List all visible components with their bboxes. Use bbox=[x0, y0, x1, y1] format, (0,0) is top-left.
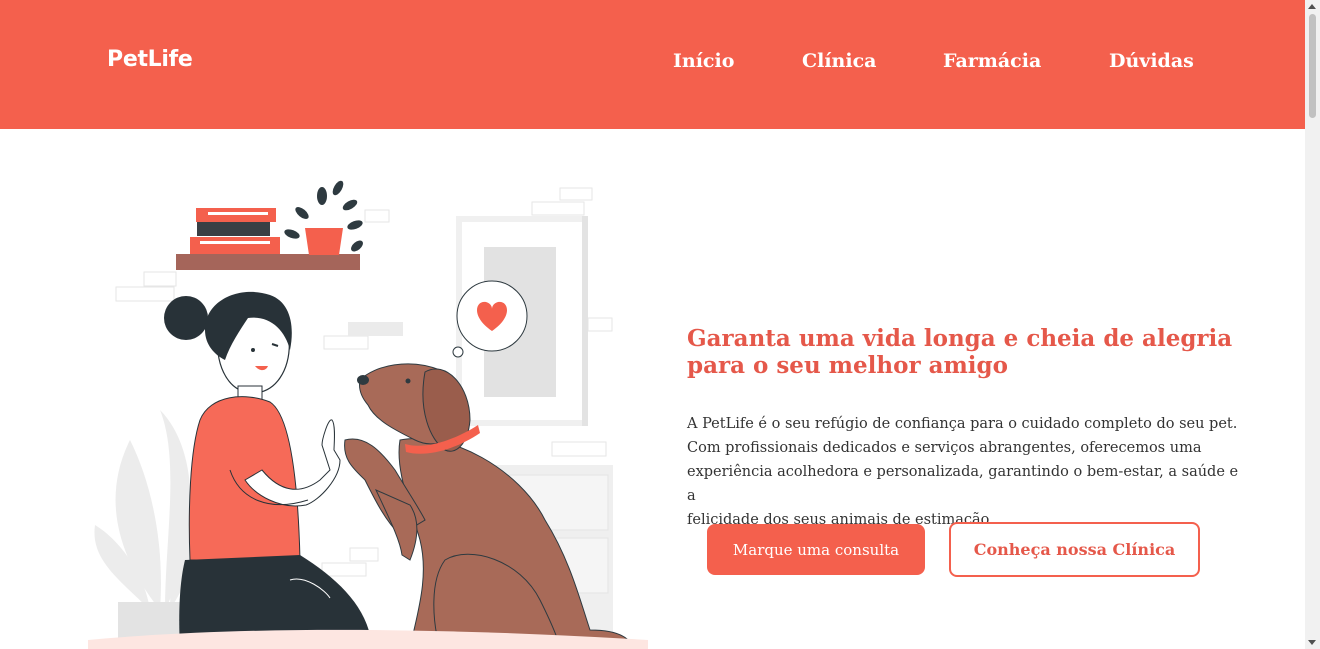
hero-description: A PetLife é o seu refúgio de confiança p… bbox=[687, 412, 1247, 532]
scroll-thumb[interactable] bbox=[1309, 14, 1316, 118]
nav-link-inicio[interactable]: Início bbox=[673, 50, 734, 72]
visit-clinic-button[interactable]: Conheça nossa Clínica bbox=[949, 522, 1200, 577]
page-scrollbar[interactable] bbox=[1305, 0, 1320, 649]
book-appointment-button[interactable]: Marque uma consulta bbox=[707, 524, 925, 575]
hero-description-line: experiência acolhedora e personalizada, … bbox=[687, 464, 1239, 504]
scroll-down-arrow-icon[interactable] bbox=[1308, 640, 1316, 645]
nav-link-duvidas[interactable]: Dúvidas bbox=[1109, 50, 1194, 72]
hero-title: Garanta uma vida longa e cheia de alegri… bbox=[687, 325, 1247, 379]
scroll-up-arrow-icon[interactable] bbox=[1308, 4, 1316, 9]
logo[interactable]: PetLife bbox=[107, 47, 193, 72]
nav-link-farmacia[interactable]: Farmácia bbox=[943, 50, 1041, 72]
hero-title-line: Garanta uma vida longa e cheia de alegri… bbox=[687, 325, 1233, 352]
woman bbox=[164, 291, 372, 649]
nav-link-clinica[interactable]: Clínica bbox=[802, 50, 876, 72]
hero-title-line: para o seu melhor amigo bbox=[687, 352, 1008, 379]
site-header: PetLife Início Clínica Farmácia Dúvidas bbox=[0, 0, 1305, 129]
hero-illustration bbox=[88, 180, 648, 649]
hero-description-line: Com profissionais dedicados e serviços a… bbox=[687, 440, 1202, 456]
hero-description-line: A PetLife é o seu refúgio de confiança p… bbox=[687, 416, 1238, 432]
shelf bbox=[176, 180, 363, 270]
